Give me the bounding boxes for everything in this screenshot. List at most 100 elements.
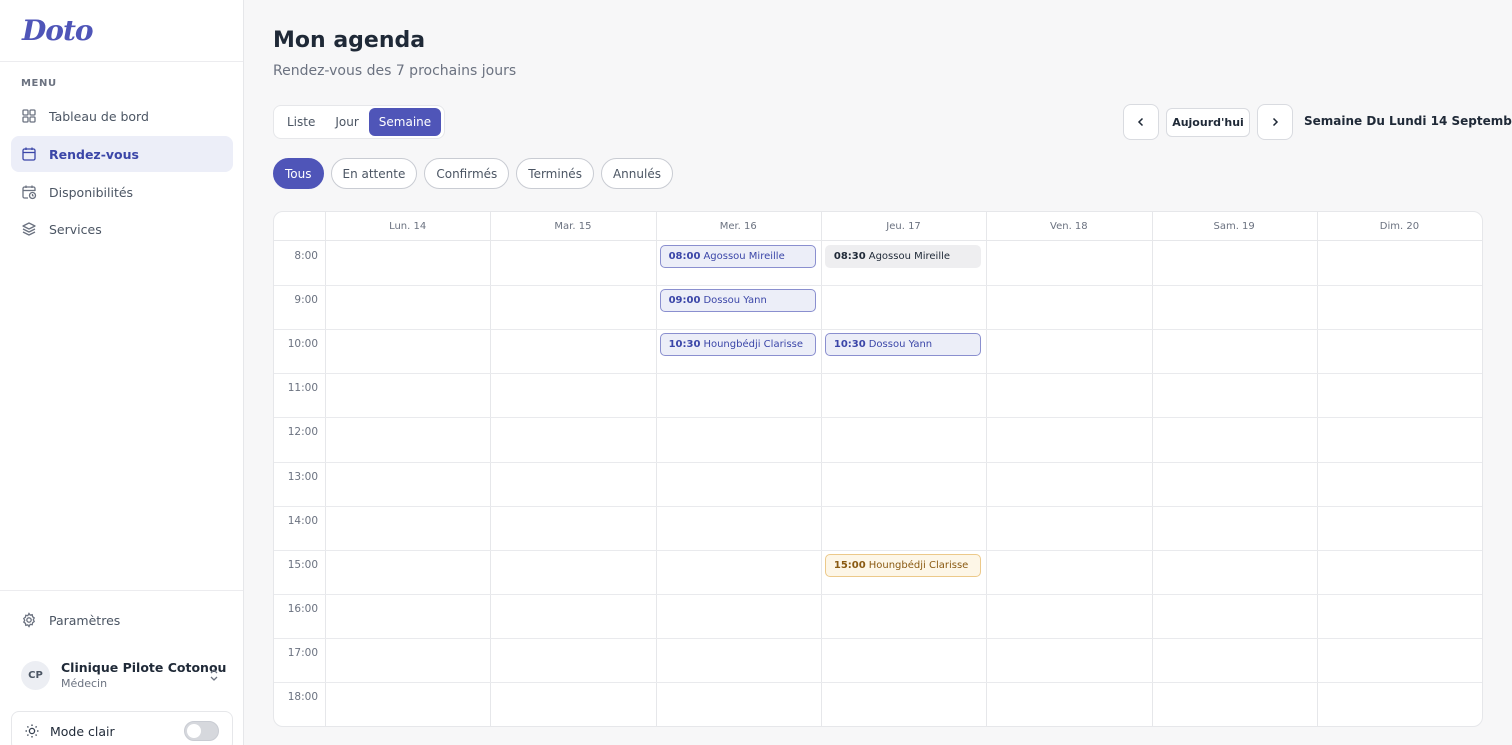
filter-completed[interactable]: Terminés (516, 158, 594, 189)
user-role: Médecin (61, 677, 108, 690)
calendar-icon (21, 146, 37, 162)
previous-week-button[interactable] (1123, 104, 1159, 140)
theme-mode-control: Mode clair (11, 711, 233, 745)
day-header: Mar. 15 (554, 221, 592, 232)
appointment-time: 09:00 (668, 295, 701, 307)
sidebar-item-label: Tableau de bord (49, 108, 149, 124)
hour-row-divider (274, 373, 1482, 375)
app-logo[interactable]: Doto (22, 14, 94, 47)
hour-row-divider (274, 505, 1482, 507)
day-column-divider (490, 212, 492, 726)
hour-label: 8:00 (294, 250, 318, 262)
week-range-label: Semaine Du Lundi 14 Septembre (1304, 114, 1512, 128)
next-week-button[interactable] (1257, 104, 1293, 140)
chevron-right-icon (1272, 117, 1279, 127)
filter-confirmed[interactable]: Confirmés (424, 158, 510, 189)
appointment-event[interactable]: 08:00 Agossou Mireille (659, 245, 816, 268)
hour-row-divider (274, 637, 1482, 639)
day-header: Mer. 16 (719, 221, 757, 232)
view-switcher: Liste Jour Semaine (273, 105, 446, 139)
appointment-event[interactable]: 08:30 Agossou Mireille (824, 245, 982, 268)
sidebar-item-services[interactable]: Services (11, 211, 233, 247)
sidebar-item-dashboard[interactable]: Tableau de bord (11, 98, 233, 134)
hour-row-divider (274, 593, 1482, 595)
sun-icon (24, 723, 40, 739)
filter-all[interactable]: Tous (273, 158, 324, 189)
menu-label: MENU (21, 78, 57, 89)
appointment-time: 10:30 (668, 339, 701, 351)
hour-row-divider (274, 549, 1482, 551)
appointment-time: 15:00 (833, 559, 866, 571)
user-name: Clinique Pilote Cotonou (61, 660, 227, 675)
appointment-event[interactable]: 10:30 Dossou Yann (824, 333, 982, 357)
user-switcher[interactable]: CP Clinique Pilote Cotonou Médecin (21, 655, 233, 695)
sidebar-item-label: Services (49, 221, 102, 237)
tab-week[interactable]: Semaine (368, 108, 442, 136)
hour-label: 17:00 (287, 646, 318, 659)
hour-label: 18:00 (287, 691, 318, 703)
hour-row-divider (274, 461, 1482, 463)
dashboard-icon (21, 108, 37, 124)
tab-list[interactable]: Liste (277, 108, 325, 136)
sidebar-item-label: Disponibilités (49, 184, 134, 200)
theme-toggle[interactable] (184, 721, 219, 741)
hour-row-divider (274, 682, 1482, 683)
week-calendar: Lun. 14 Mar. 15 Mer. 16 Jeu. 17 Ven. 18 Sam. … (273, 211, 1483, 727)
page-title: Mon agenda (273, 28, 426, 53)
hour-row-divider (274, 329, 1482, 331)
day-header: Dim. 20 (1379, 221, 1420, 232)
day-column-divider (986, 212, 988, 726)
chevron-up-down-icon (207, 667, 221, 683)
appointment-patient: Agossou Mireille (868, 251, 951, 262)
hour-label: 15:00 (287, 558, 318, 571)
appointment-event[interactable]: 10:30 Houngbédji Clarisse (659, 333, 816, 357)
toggle-knob (187, 724, 201, 738)
day-column-divider (1151, 212, 1153, 726)
avatar: CP (21, 660, 50, 690)
hour-label: 16:00 (287, 602, 318, 615)
day-header: Ven. 18 (1050, 221, 1088, 232)
appointment-time: 08:00 (668, 251, 701, 262)
appointment-patient: Dossou Yann (703, 295, 767, 307)
today-button[interactable]: Aujourd'hui (1166, 108, 1250, 137)
day-header: Jeu. 17 (886, 221, 921, 232)
appointment-patient: Houngbédji Clarisse (703, 339, 804, 351)
hour-label: 9:00 (294, 294, 318, 307)
filter-cancelled[interactable]: Annulés (600, 158, 673, 189)
hour-label: 11:00 (287, 382, 318, 395)
appointment-patient: Dossou Yann (868, 339, 933, 351)
hour-label: 14:00 (287, 514, 318, 527)
day-header: Lun. 14 (389, 221, 427, 232)
day-column-divider (1316, 212, 1318, 726)
layers-icon (21, 221, 37, 237)
mode-label: Mode clair (50, 723, 115, 739)
appointment-patient: Agossou Mireille (703, 251, 785, 262)
appointment-event[interactable]: 09:00 Dossou Yann (659, 289, 816, 313)
sidebar-item-availability[interactable]: Disponibilités (11, 174, 233, 210)
page-subtitle: Rendez-vous des 7 prochains jours (273, 63, 517, 79)
hour-row-divider (274, 285, 1482, 287)
appointment-time: 08:30 (833, 251, 866, 262)
day-header: Sam. 19 (1213, 221, 1255, 232)
day-column-divider (325, 212, 326, 726)
appointment-time: 10:30 (833, 339, 866, 351)
tab-day[interactable]: Jour (325, 108, 368, 136)
sidebar: Doto MENU Tableau de bord Rendez-vous Di… (0, 0, 244, 745)
sidebar-divider (0, 61, 243, 62)
chevron-left-icon (1137, 117, 1144, 127)
hour-label: 10:00 (287, 338, 318, 351)
hour-label: 12:00 (287, 426, 318, 439)
appointment-event[interactable]: 15:00 Houngbédji Clarisse (824, 553, 982, 577)
status-filters: Tous En attente Confirmés Terminés Annul… (273, 158, 673, 189)
sidebar-item-appointments[interactable]: Rendez-vous (11, 136, 233, 172)
settings-label: Paramètres (49, 612, 121, 628)
day-column-divider (655, 212, 657, 726)
filter-pending[interactable]: En attente (330, 158, 418, 189)
gear-icon (21, 612, 37, 628)
sidebar-item-label: Rendez-vous (49, 146, 139, 162)
calendar-clock-icon (21, 184, 37, 200)
hour-label: 13:00 (287, 470, 318, 483)
appointment-patient: Houngbédji Clarisse (868, 559, 969, 571)
day-column-divider (820, 212, 822, 726)
sidebar-item-settings[interactable]: Paramètres (11, 602, 233, 638)
